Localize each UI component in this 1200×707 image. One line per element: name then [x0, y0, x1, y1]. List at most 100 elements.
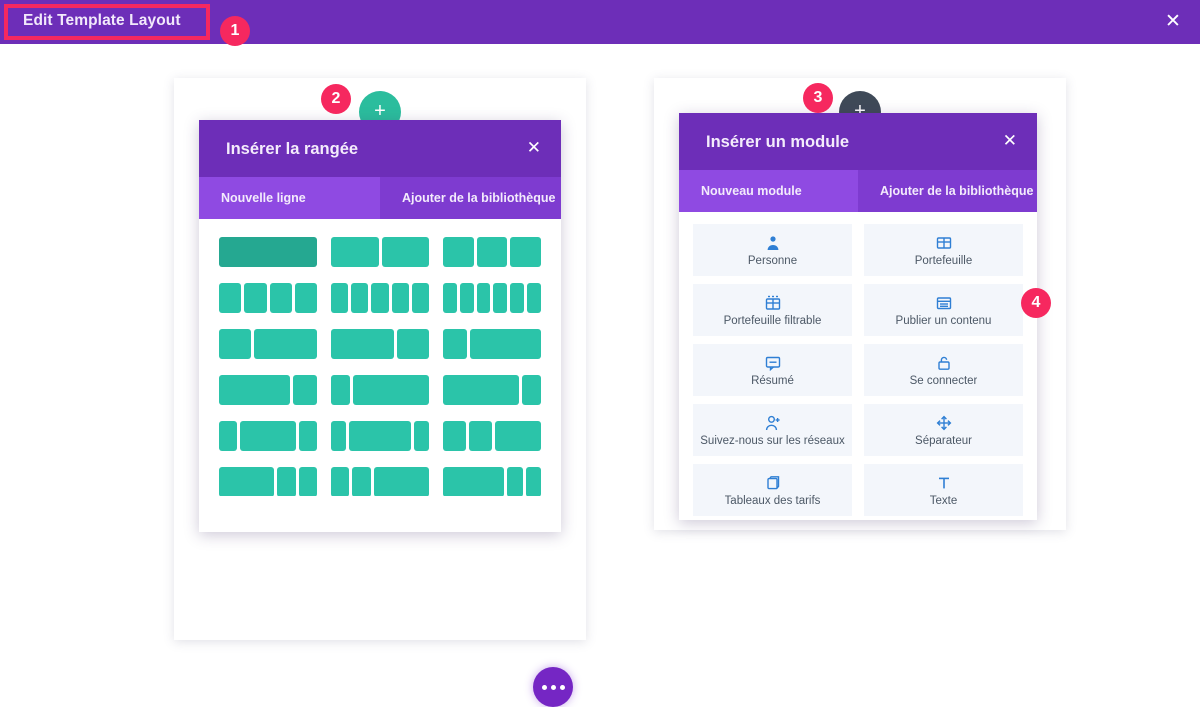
- module-item-label: Personne: [747, 255, 798, 267]
- row-layout-option[interactable]: [443, 467, 541, 496]
- row-layout-column: [525, 467, 541, 496]
- module-item-label: Publier un contenu: [895, 315, 992, 327]
- insert-module-dialog: Insérer un module ✕ Nouveau module Ajout…: [679, 113, 1037, 520]
- module-item-suivez-nous-sur-les-r-seaux[interactable]: Suivez-nous sur les réseaux: [693, 404, 852, 456]
- row-layout-option[interactable]: [443, 375, 541, 405]
- row-layout-column: [240, 421, 296, 451]
- ellipsis-dot: [550, 684, 556, 690]
- row-layout-option[interactable]: [219, 421, 318, 451]
- insert-row-dialog-header: Insérer la rangée ✕: [199, 120, 561, 177]
- module-item-s-parateur[interactable]: Séparateur: [864, 404, 1023, 456]
- insert-module-dialog-body: Personne Portefeuille Portefeuille filtrab…: [679, 212, 1037, 520]
- row-layout-column: [277, 467, 296, 496]
- lock-icon: [936, 353, 952, 372]
- move-icon: [936, 413, 952, 432]
- step-badge-4: 4: [1021, 288, 1051, 318]
- row-layout-column: [351, 283, 369, 313]
- row-layout-column: [331, 467, 350, 496]
- module-item-label: Suivez-nous sur les réseaux: [700, 435, 845, 447]
- row-layout-column: [443, 237, 474, 267]
- row-layout-grid: [199, 219, 561, 496]
- row-layout-column: [476, 237, 508, 267]
- row-layout-column: [411, 283, 430, 313]
- row-layout-option[interactable]: [219, 375, 317, 405]
- row-layout-column: [469, 329, 541, 359]
- module-item-label: Portefeuille: [914, 255, 973, 267]
- comment-icon: [765, 353, 781, 372]
- tab-ajouter-bibliotheque[interactable]: Ajouter de la bibliothèque: [858, 170, 1037, 212]
- insert-row-dialog-tabs: Nouvelle ligne Ajouter de la bibliothèqu…: [199, 177, 561, 219]
- row-layout-option[interactable]: [219, 329, 317, 359]
- row-layout-option[interactable]: [443, 237, 542, 267]
- post-icon: [936, 293, 952, 312]
- page-title: Edit Template Layout: [23, 12, 181, 29]
- row-layout-option[interactable]: [331, 329, 429, 359]
- row-layout-option[interactable]: [443, 421, 541, 451]
- ellipsis-dot: [559, 684, 565, 690]
- module-item-publier-un-contenu[interactable]: Publier un contenu: [864, 284, 1023, 336]
- row-layout-column: [298, 467, 318, 496]
- step-badge-2: 2: [321, 84, 351, 114]
- row-layout-option[interactable]: [331, 467, 430, 496]
- row-layout-option[interactable]: [219, 237, 317, 267]
- row-layout-column: [219, 375, 291, 405]
- row-layout-column: [522, 375, 541, 405]
- grid-icon: [936, 233, 952, 252]
- row-layout-option[interactable]: [219, 467, 318, 496]
- row-layout-option[interactable]: [443, 283, 541, 313]
- module-item-tableaux-des-tarifs[interactable]: Tableaux des tarifs: [693, 464, 852, 516]
- row-layout-column: [391, 283, 409, 313]
- module-list[interactable]: Personne Portefeuille Portefeuille filtrab…: [679, 212, 1037, 520]
- module-item-label: Tableaux des tarifs: [724, 495, 821, 507]
- insert-row-dialog-body: [199, 219, 561, 496]
- row-layout-column: [397, 329, 429, 359]
- row-layout-option[interactable]: [331, 237, 429, 267]
- module-item-label: Texte: [929, 495, 958, 507]
- row-layout-column: [349, 421, 411, 451]
- module-item-label: Séparateur: [915, 435, 972, 447]
- close-icon[interactable]: ✕: [527, 138, 541, 158]
- tab-nouvelle-ligne[interactable]: Nouvelle ligne: [199, 177, 380, 219]
- row-layout-option[interactable]: [331, 375, 429, 405]
- row-layout-column: [507, 467, 523, 496]
- tab-nouveau-module[interactable]: Nouveau module: [679, 170, 858, 212]
- row-layout-column: [294, 283, 317, 313]
- row-layout-column: [331, 237, 379, 267]
- module-item-r-sum[interactable]: Résumé: [693, 344, 852, 396]
- row-layout-option[interactable]: [219, 283, 317, 313]
- module-item-se-connecter[interactable]: Se connecter: [864, 344, 1023, 396]
- row-layout-option[interactable]: [443, 329, 541, 359]
- row-layout-option[interactable]: [331, 283, 430, 313]
- row-layout-column: [331, 421, 347, 451]
- row-layout-column: [476, 283, 491, 313]
- row-layout-option[interactable]: [331, 421, 429, 451]
- insert-module-dialog-tabs: Nouveau module Ajouter de la bibliothèqu…: [679, 170, 1037, 212]
- module-item-portefeuille-filtrable[interactable]: Portefeuille filtrable: [693, 284, 852, 336]
- module-item-portefeuille[interactable]: Portefeuille: [864, 224, 1023, 276]
- text-icon: [936, 473, 952, 492]
- step-badge-1: 1: [220, 16, 250, 46]
- row-layout-column: [371, 283, 389, 313]
- module-item-label: Se connecter: [909, 375, 978, 387]
- tab-ajouter-bibliotheque[interactable]: Ajouter de la bibliothèque: [380, 177, 561, 219]
- filter-grid-icon: [765, 293, 781, 312]
- ellipsis-dot: [541, 684, 547, 690]
- row-layout-column: [459, 283, 474, 313]
- person-icon: [766, 233, 780, 252]
- row-layout-column: [269, 283, 292, 313]
- row-layout-column: [219, 467, 275, 496]
- close-icon[interactable]: ✕: [1162, 11, 1184, 33]
- row-layout-column: [373, 467, 430, 496]
- row-layout-column: [331, 329, 395, 359]
- close-icon[interactable]: ✕: [1003, 131, 1017, 151]
- row-layout-column: [298, 421, 318, 451]
- row-layout-column: [219, 283, 242, 313]
- module-item-label: Résumé: [751, 375, 794, 387]
- insert-row-dialog-title: Insérer la rangée: [226, 140, 359, 158]
- module-item-texte[interactable]: Texte: [864, 464, 1023, 516]
- more-options-button[interactable]: [533, 667, 573, 707]
- row-layout-column: [443, 375, 519, 405]
- module-item-personne[interactable]: Personne: [693, 224, 852, 276]
- insert-module-dialog-title: Insérer un module: [706, 133, 850, 151]
- row-layout-column: [443, 283, 457, 313]
